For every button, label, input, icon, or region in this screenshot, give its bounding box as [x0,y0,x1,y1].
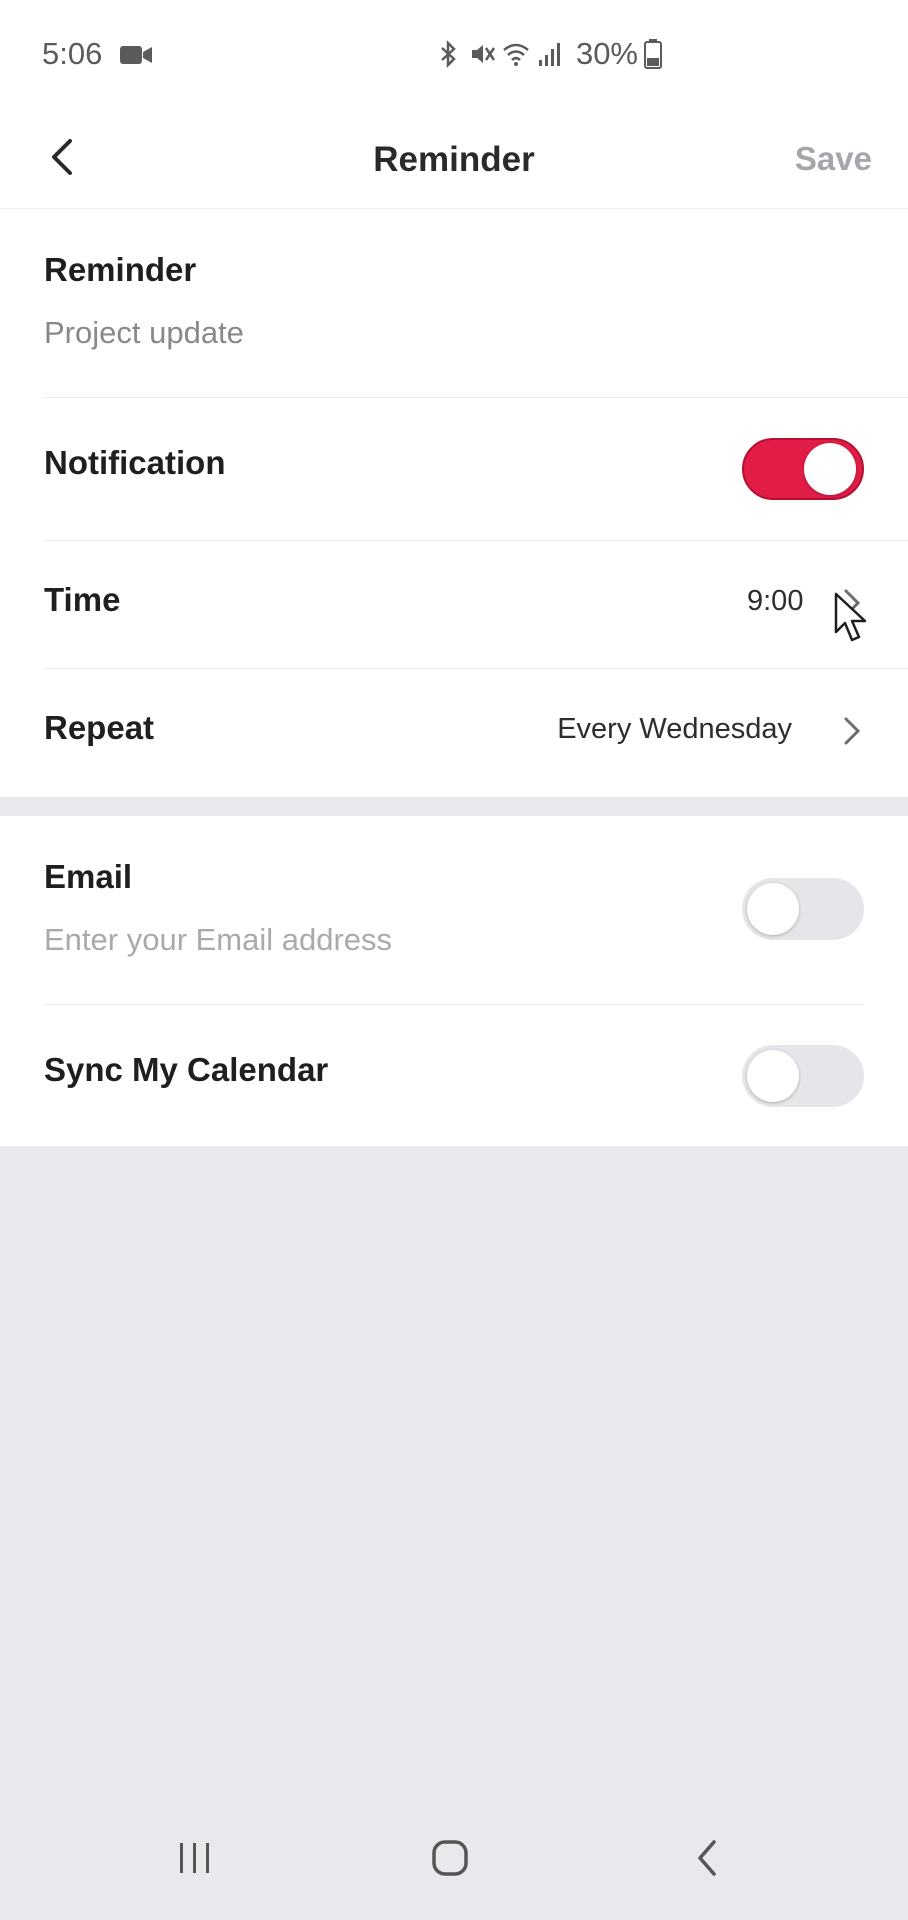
email-label: Email [44,858,133,895]
reminder-label: Reminder [44,251,197,288]
time-value: 9:00 [747,585,804,617]
repeat-label: Repeat [44,709,155,746]
toggle-knob [747,1050,799,1102]
integration-section: Email Enter your Email address Sync My C… [0,816,908,1146]
battery-percentage: 30% [575,36,638,71]
sync-calendar-row: Sync My Calendar [44,1005,908,1146]
home-button[interactable] [420,1836,480,1880]
repeat-value: Every Wednesday [557,713,792,745]
sync-calendar-label: Sync My Calendar [44,1051,329,1088]
recent-apps-icon [180,1843,209,1873]
back-icon [698,1840,716,1876]
sync-calendar-toggle[interactable] [742,1045,864,1107]
battery-icon [644,39,662,69]
reminder-settings-section: Reminder Project update Notification Tim… [0,209,908,797]
time-row[interactable]: Time 9:00 [44,541,908,668]
reminder-name-value[interactable]: Project update [44,315,244,351]
status-time: 5:06 [42,36,103,71]
mouse-pointer-icon [834,592,867,642]
chevron-right-icon [844,717,861,745]
app-header: Reminder Save [0,110,908,209]
email-toggle[interactable] [742,878,864,940]
email-input[interactable]: Enter your Email address [44,922,392,958]
page-title: Reminder [373,140,535,179]
status-icons: 30% [434,36,662,72]
video-camera-icon [120,46,152,64]
notification-toggle[interactable] [742,438,864,500]
signal-icon [538,43,560,66]
recent-apps-button[interactable] [165,1836,225,1880]
toggle-knob [747,883,799,935]
bluetooth-icon [441,40,456,68]
system-back-button[interactable] [676,1836,736,1880]
status-bar: 5:06 30% [0,0,908,110]
notification-row: Notification [44,398,908,540]
screen: 5:06 30% Reminder Save Reminder Project … [0,0,908,1920]
email-row: Email Enter your Email address [44,816,908,1004]
wifi-icon [503,43,529,66]
mute-icon [471,45,495,63]
time-label: Time [44,581,121,618]
notification-label: Notification [44,444,226,481]
home-icon [432,1840,468,1876]
save-button[interactable]: Save [795,140,872,178]
toggle-knob [804,443,856,495]
repeat-row[interactable]: Repeat Every Wednesday [44,669,908,797]
reminder-row[interactable]: Reminder Project update [44,209,908,397]
system-nav-bar [0,1790,908,1920]
